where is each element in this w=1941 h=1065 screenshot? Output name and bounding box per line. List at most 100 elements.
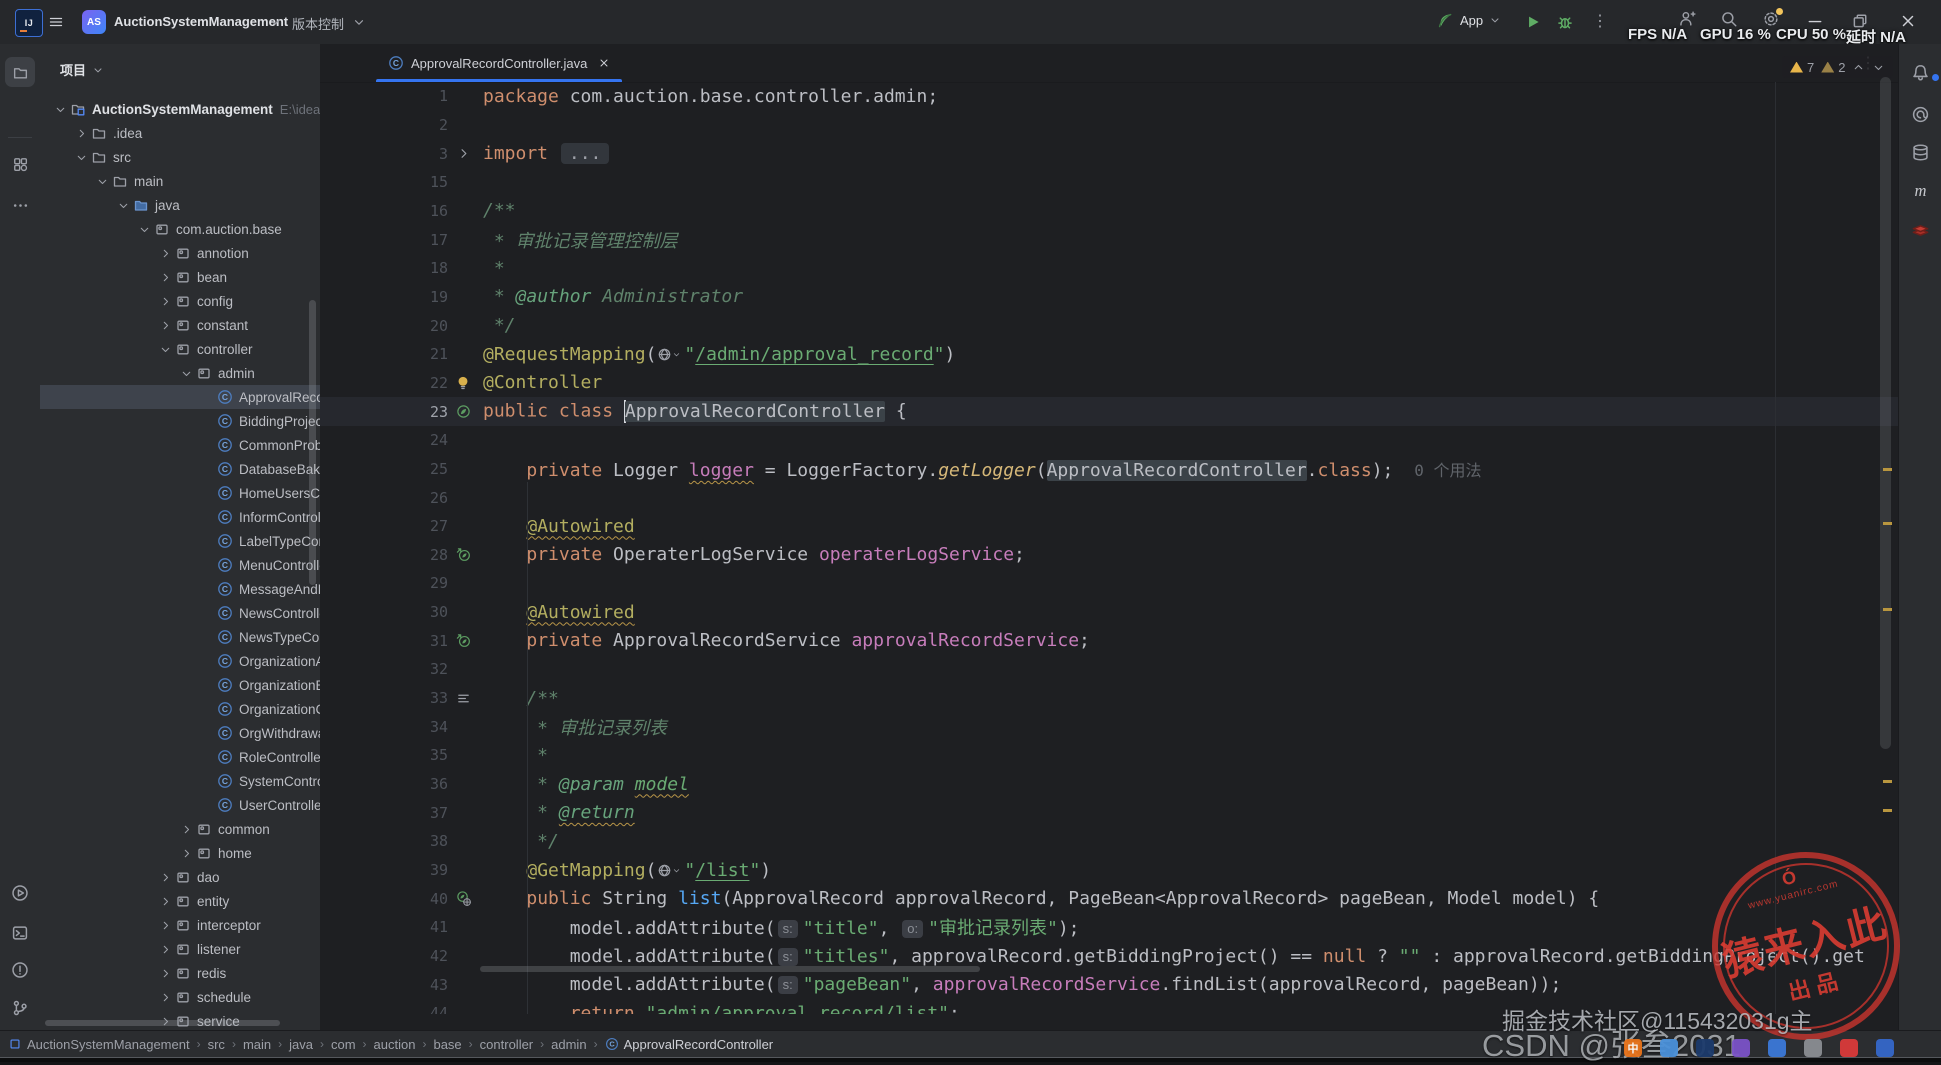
chevron-down-icon[interactable] (268, 15, 282, 29)
tree-item-schedule[interactable]: schedule (40, 985, 320, 1009)
breadcrumb-java[interactable]: java (289, 1037, 313, 1052)
breadcrumb-main[interactable]: main (243, 1037, 271, 1052)
tree-item-usercontroller[interactable]: C UserController (40, 793, 320, 817)
code-line-1[interactable]: 1 package com.auction.base.controller.adm… (320, 82, 1898, 111)
code-line-17[interactable]: 17 * 审批记录管理控制层 (320, 225, 1898, 254)
editor-scrollbar-vertical[interactable] (1880, 77, 1891, 749)
next-problem-icon[interactable] (1872, 61, 1885, 74)
code-line-24[interactable]: 24 (320, 426, 1898, 455)
tool-strip-terminal-tool[interactable] (5, 918, 35, 948)
project-scrollbar-vertical[interactable] (309, 300, 316, 585)
tree-item-organizationalipaycontroller[interactable]: C OrganizationAlipayController (40, 649, 320, 673)
chevron-down-icon[interactable] (94, 175, 110, 188)
tool-strip-more-tools[interactable] (5, 190, 35, 220)
project-panel-header[interactable]: 项目 (60, 60, 104, 79)
breadcrumb-admin[interactable]: admin (551, 1037, 586, 1052)
chevron-right-icon[interactable] (157, 271, 173, 284)
code-line-16[interactable]: 16 /** (320, 197, 1898, 226)
tree-item-systemcontroller[interactable]: C SystemController (40, 769, 320, 793)
code-line-3[interactable]: 3 import ... (320, 139, 1898, 168)
tree-item-common[interactable]: common (40, 817, 320, 841)
run-configuration[interactable]: App (1436, 11, 1501, 29)
code-editor[interactable]: 1 package com.auction.base.controller.adm… (320, 82, 1898, 1014)
code-line-23[interactable]: 23 public class ApprovalRecordController … (320, 397, 1898, 426)
chevron-right-icon[interactable] (157, 295, 173, 308)
tree-item-annotion[interactable]: annotion (40, 241, 320, 265)
breadcrumb-base[interactable]: base (433, 1037, 461, 1052)
code-line-43[interactable]: 43 model.addAttribute(s: "pageBean", appr… (320, 970, 1898, 999)
globe-icon[interactable] (657, 347, 681, 362)
tree-item-messageandreplycontroller[interactable]: C MessageAndReplyController (40, 577, 320, 601)
tree-item-redis[interactable]: redis (40, 961, 320, 985)
chevron-down-icon[interactable] (178, 367, 194, 380)
tree-item-main[interactable]: main (40, 169, 320, 193)
chevron-right-icon[interactable] (178, 823, 194, 836)
gutter-beanA-icon[interactable] (448, 547, 478, 562)
vcs-menu[interactable]: 版本控制 (292, 14, 344, 33)
tree-item-.idea[interactable]: .idea (40, 121, 320, 145)
code-line-27[interactable]: 27 @Autowired (320, 512, 1898, 541)
tree-item-home[interactable]: home (40, 841, 320, 865)
tree-item-constant[interactable]: constant (40, 313, 320, 337)
warning-stripe-mark[interactable] (1883, 522, 1892, 525)
tree-item-bean[interactable]: bean (40, 265, 320, 289)
code-line-29[interactable]: 29 (320, 569, 1898, 598)
tree-item-java[interactable]: java (40, 193, 320, 217)
warning-stripe-mark[interactable] (1883, 468, 1892, 471)
tree-item-dao[interactable]: dao (40, 865, 320, 889)
gutter-beanG-icon[interactable] (448, 891, 478, 907)
close-tab-icon[interactable] (598, 57, 610, 69)
tree-item-biddingprojectcontroller[interactable]: C BiddingProjectController (40, 409, 320, 433)
code-line-38[interactable]: 38 */ (320, 827, 1898, 856)
breadcrumb-controller[interactable]: controller (480, 1037, 533, 1052)
chevron-right-icon[interactable] (178, 847, 194, 860)
tree-item-newscontroller[interactable]: C NewsController (40, 601, 320, 625)
tree-item-listener[interactable]: listener (40, 937, 320, 961)
chevron-right-icon[interactable] (73, 127, 89, 140)
tree-item-controller[interactable]: controller (40, 337, 320, 361)
tree-item-newstypecontroller[interactable]: C NewsTypeController (40, 625, 320, 649)
gutter-foldR-icon[interactable] (448, 146, 478, 161)
chevron-down-icon[interactable] (73, 151, 89, 164)
chevron-right-icon[interactable] (157, 967, 173, 980)
debug-button[interactable] (1554, 11, 1576, 33)
tree-item-approvalrecordcontroller[interactable]: C ApprovalRecordController (40, 385, 320, 409)
chevron-down-icon[interactable] (157, 343, 173, 356)
code-line-35[interactable]: 35 * (320, 741, 1898, 770)
code-line-15[interactable]: 15 (320, 168, 1898, 197)
tree-item-admin[interactable]: admin (40, 361, 320, 385)
tree-item-orgwithdrawalrecordcontroller[interactable]: C OrgWithdrawalRecordController (40, 721, 320, 745)
tree-item-menucontroller[interactable]: C MenuController (40, 553, 320, 577)
breadcrumb-com[interactable]: com (331, 1037, 356, 1052)
code-line-30[interactable]: 30 @Autowired (320, 598, 1898, 627)
chevron-down-icon[interactable] (115, 199, 131, 212)
code-line-28[interactable]: 28 private OperaterLogService operaterLo… (320, 541, 1898, 570)
chevron-right-icon[interactable] (157, 871, 173, 884)
chevron-right-icon[interactable] (157, 919, 173, 932)
globe-icon[interactable] (657, 863, 681, 878)
chevron-right-icon[interactable] (157, 247, 173, 260)
code-line-19[interactable]: 19 * @author Administrator (320, 283, 1898, 312)
gutter-bean-icon[interactable] (448, 404, 478, 419)
code-line-25[interactable]: 25 private Logger logger = LoggerFactory… (320, 455, 1898, 484)
tree-item-config[interactable]: config (40, 289, 320, 313)
tool-strip-project-tool[interactable] (5, 57, 35, 87)
editor-scrollbar-horizontal[interactable] (480, 966, 980, 972)
tree-item-databasebakcontroller[interactable]: C DatabaseBakController (40, 457, 320, 481)
breadcrumb-src[interactable]: src (208, 1037, 225, 1052)
tool-strip-problems-tool[interactable] (5, 955, 35, 985)
gutter-lines3-icon[interactable] (448, 691, 478, 706)
code-line-22[interactable]: 22 @Controller (320, 369, 1898, 398)
tree-item-commonproblemcontroller[interactable]: C CommonProblemController (40, 433, 320, 457)
gutter-beanA-icon[interactable] (448, 633, 478, 648)
tool-strip-run-tool[interactable] (5, 878, 35, 908)
tree-item-entity[interactable]: entity (40, 889, 320, 913)
tree-item-interceptor[interactable]: interceptor (40, 913, 320, 937)
tree-item-labeltypecontroller[interactable]: C LabelTypeController (40, 529, 320, 553)
code-line-18[interactable]: 18 * (320, 254, 1898, 283)
tree-item-com.auction.base[interactable]: com.auction.base (40, 217, 320, 241)
breadcrumb-approvalrecordcontroller[interactable]: C ApprovalRecordController (605, 1037, 773, 1052)
chevron-right-icon[interactable] (157, 319, 173, 332)
warning-stripe-mark[interactable] (1883, 780, 1892, 783)
code-line-32[interactable]: 32 (320, 655, 1898, 684)
